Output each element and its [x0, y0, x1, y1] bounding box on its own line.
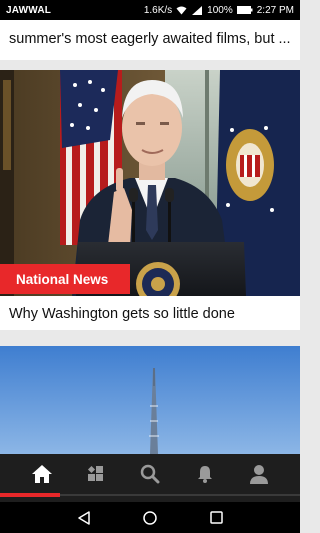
- circle-home-icon: [143, 510, 157, 525]
- article-card[interactable]: National News Why Washington gets so lit…: [0, 70, 300, 330]
- nav-profile[interactable]: [229, 454, 289, 494]
- nav-track: [60, 494, 300, 496]
- nav-notifications[interactable]: [175, 454, 235, 494]
- wifi-icon: [176, 6, 187, 14]
- article-title[interactable]: summer's most eagerly awaited films, but…: [9, 31, 294, 47]
- battery-icon: [236, 6, 253, 14]
- search-icon: [140, 464, 160, 484]
- categories-icon: [87, 465, 103, 481]
- battery-percent: 100%: [207, 4, 233, 16]
- profile-icon: [250, 465, 268, 484]
- home-system-button[interactable]: [130, 502, 170, 533]
- home-icon: [32, 465, 52, 483]
- status-bar: JAWWAL 1.6K/s 100% 2:27 PM: [0, 0, 300, 20]
- square-recents-icon: [209, 511, 223, 524]
- system-navigation-bar: [0, 502, 300, 533]
- network-speed: 1.6K/s: [143, 4, 173, 16]
- article-image[interactable]: [0, 346, 300, 454]
- bottom-navigation: [0, 454, 300, 502]
- clock: 2:27 PM: [256, 4, 294, 16]
- back-icon: [78, 510, 90, 525]
- article-card-previous[interactable]: summer's most eagerly awaited films, but…: [0, 20, 300, 60]
- active-tab-indicator: [0, 493, 60, 497]
- nav-search[interactable]: [120, 454, 180, 494]
- back-button[interactable]: [64, 502, 104, 533]
- article-title[interactable]: Why Washington gets so little done: [9, 306, 235, 322]
- nav-home[interactable]: [12, 454, 72, 494]
- signal-icon: [192, 5, 203, 15]
- notifications-icon: [198, 466, 212, 483]
- nav-categories[interactable]: [66, 454, 126, 494]
- article-card-next[interactable]: [0, 346, 300, 454]
- carrier-name: JAWWAL: [6, 4, 52, 16]
- category-badge[interactable]: National News: [0, 264, 130, 294]
- status-indicators: 1.6K/s 100% 2:27 PM: [144, 5, 294, 16]
- recents-button[interactable]: [196, 502, 236, 533]
- article-image[interactable]: [0, 70, 300, 296]
